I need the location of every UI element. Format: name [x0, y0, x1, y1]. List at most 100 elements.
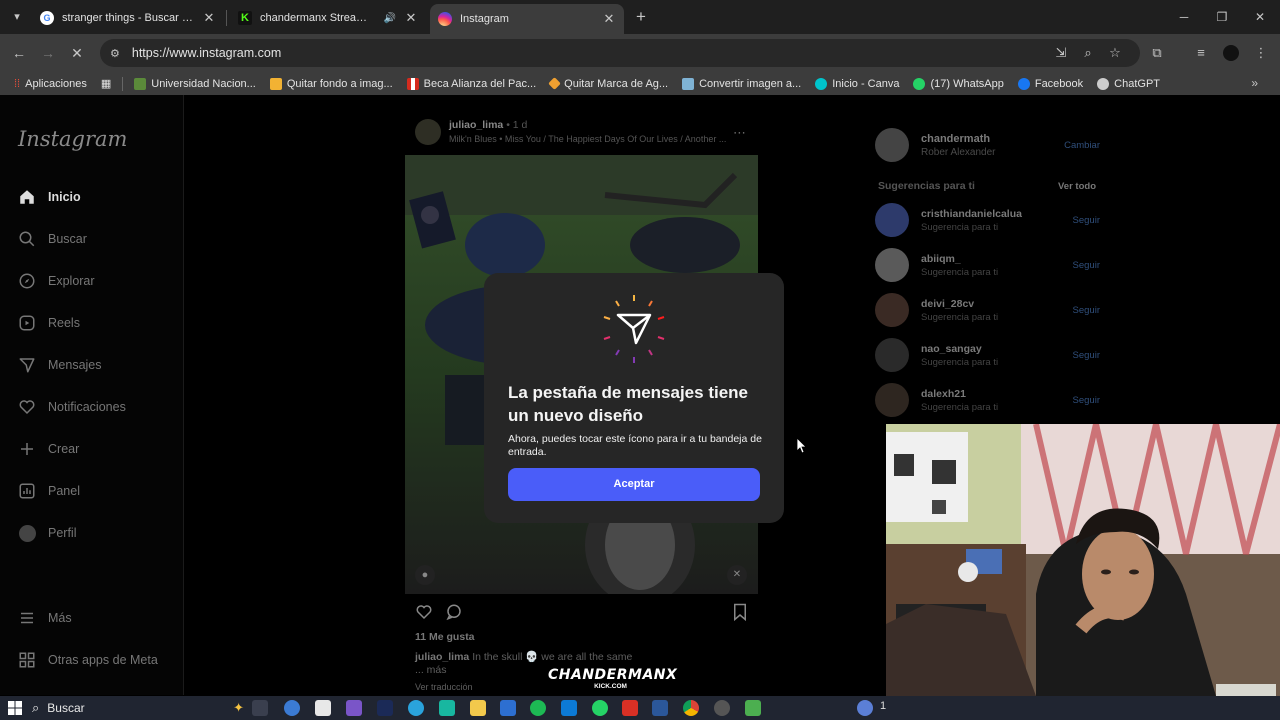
app-icon[interactable]	[745, 700, 761, 716]
speaker-icon[interactable]: 🔊	[384, 13, 396, 24]
bookmark-universidad[interactable]: Universidad Nacion...	[127, 77, 263, 90]
see-all-link[interactable]: Ver todo	[1058, 181, 1096, 192]
new-tab-icon[interactable]: +	[630, 6, 652, 28]
tab-instagram[interactable]: Instagram ✕	[430, 4, 624, 34]
bookmark-quitar-fondo[interactable]: Quitar fondo a imag...	[263, 77, 400, 90]
nav-mensajes[interactable]: Mensajes	[18, 350, 102, 380]
nav-reels[interactable]: Reels	[18, 308, 80, 338]
address-bar[interactable]: ⚙ https://www.instagram.com	[100, 39, 1140, 67]
nav-buscar[interactable]: Buscar	[18, 224, 87, 254]
url-text[interactable]: https://www.instagram.com	[132, 46, 281, 60]
stop-loading-icon[interactable]: ✕	[66, 42, 88, 64]
suggestion-avatar[interactable]	[875, 293, 909, 327]
nav-notificaciones[interactable]: Notificaciones	[18, 392, 126, 422]
photoshop-icon[interactable]	[377, 700, 393, 716]
bookmark-quitar-marca[interactable]: Quitar Marca de Ag...	[543, 77, 675, 90]
suggestion-name[interactable]: dalexh21	[921, 388, 998, 400]
follow-button[interactable]: Seguir	[1073, 305, 1100, 316]
nav-inicio[interactable]: Inicio	[18, 182, 81, 212]
tagged-user-icon[interactable]: ●	[415, 565, 435, 585]
suggestion-avatar[interactable]	[875, 338, 909, 372]
forward-icon[interactable]: →	[37, 42, 59, 64]
bookmark-beca[interactable]: Beca Alianza del Pac...	[400, 77, 544, 90]
bookmark-star-icon[interactable]: ☆	[1104, 42, 1126, 64]
nav-perfil[interactable]: Perfil	[18, 518, 76, 548]
save-bookmark-icon[interactable]	[732, 603, 748, 626]
post-author-avatar[interactable]	[415, 119, 441, 145]
tab-kick-stream[interactable]: K chandermanx Stream - Wat 🔊 ✕	[230, 4, 426, 32]
suggestion-avatar[interactable]	[875, 383, 909, 417]
bookmark-chatgpt[interactable]: ChatGPT	[1090, 77, 1167, 90]
close-tab-icon[interactable]: ✕	[602, 11, 616, 27]
extensions-icon[interactable]: ⧉	[1146, 42, 1168, 64]
app-icon[interactable]	[500, 700, 516, 716]
word-icon[interactable]	[652, 700, 668, 716]
windows-start-icon[interactable]	[8, 701, 22, 720]
nav-mas[interactable]: Más	[18, 603, 72, 633]
close-tab-icon[interactable]: ✕	[202, 10, 216, 26]
chrome-icon[interactable]	[683, 700, 699, 716]
like-heart-icon[interactable]	[415, 603, 433, 626]
bookmark-aplicaciones[interactable]: ⁞⁞ Aplicaciones	[0, 78, 94, 90]
nav-otras-apps[interactable]: Otras apps de Meta	[18, 645, 158, 675]
telegram-icon[interactable]	[408, 700, 424, 716]
bookmark-grid[interactable]: ▦	[94, 77, 118, 90]
app-icon[interactable]	[714, 700, 730, 716]
copilot-icon[interactable]	[284, 700, 300, 716]
tab-search-dropdown-icon[interactable]: ▾	[6, 6, 28, 28]
taskbar-search[interactable]: ⌕ Buscar ✦	[32, 698, 244, 718]
close-tab-icon[interactable]: ✕	[404, 10, 418, 26]
browser-menu-icon[interactable]: ⋮	[1250, 42, 1272, 64]
media-controls-icon[interactable]: ≡	[1190, 42, 1212, 64]
profile-avatar[interactable]	[1220, 42, 1242, 64]
spotify-icon[interactable]	[530, 700, 546, 716]
account-avatar[interactable]	[875, 128, 909, 162]
bookmark-canva[interactable]: Inicio - Canva	[808, 77, 906, 90]
app-icon[interactable]	[346, 700, 362, 716]
nav-crear[interactable]: Crear	[18, 434, 79, 464]
post-audio[interactable]: Milk'n Blues • Miss You / The Happiest D…	[449, 134, 729, 144]
install-app-icon[interactable]: ⇲	[1050, 42, 1072, 64]
tray-app-icon[interactable]	[857, 700, 873, 716]
follow-button[interactable]: Seguir	[1073, 350, 1100, 361]
follow-button[interactable]: Seguir	[1073, 260, 1100, 271]
tab-google-search[interactable]: G stranger things - Buscar con Go ✕	[32, 4, 224, 32]
bookmark-facebook[interactable]: Facebook	[1011, 77, 1090, 90]
follow-button[interactable]: Seguir	[1073, 215, 1100, 226]
suggestion-name[interactable]: deivi_28cv	[921, 298, 998, 310]
caption-more[interactable]: ... más	[415, 664, 447, 676]
back-icon[interactable]: ←	[8, 42, 30, 64]
site-settings-icon[interactable]: ⚙	[110, 47, 120, 60]
maximize-icon[interactable]: ❐	[1208, 6, 1236, 28]
nav-explorar[interactable]: Explorar	[18, 266, 95, 296]
close-window-icon[interactable]: ✕	[1246, 6, 1274, 28]
switch-account-link[interactable]: Cambiar	[1064, 140, 1100, 151]
zoom-icon[interactable]: ⌕	[1077, 42, 1099, 64]
minimize-icon[interactable]: ─	[1170, 6, 1198, 28]
bookmark-whatsapp[interactable]: (17) WhatsApp	[906, 77, 1010, 90]
nav-panel[interactable]: Panel	[18, 476, 80, 506]
whatsapp-icon[interactable]	[592, 700, 608, 716]
app-icon[interactable]	[315, 700, 331, 716]
suggestion-name[interactable]: cristhiandanielcalua	[921, 208, 1022, 220]
suggestion-name[interactable]: nao_sangay	[921, 343, 998, 355]
app-icon[interactable]	[561, 700, 577, 716]
see-translation[interactable]: Ver traducción	[415, 682, 473, 692]
account-username[interactable]: chandermath	[921, 133, 996, 145]
task-view-icon[interactable]	[252, 700, 268, 716]
like-count[interactable]: 11 Me gusta	[415, 631, 475, 643]
suggestion-name[interactable]: abiiqm_	[921, 253, 998, 265]
pdf-icon[interactable]	[622, 700, 638, 716]
suggestion-avatar[interactable]	[875, 248, 909, 282]
caption-username[interactable]: juliao_lima	[415, 651, 469, 663]
bookmark-convertir[interactable]: Convertir imagen a...	[675, 77, 808, 90]
follow-button[interactable]: Seguir	[1073, 395, 1100, 406]
app-icon[interactable]	[439, 700, 455, 716]
post-options-icon[interactable]: ⋯	[733, 125, 746, 141]
mute-icon[interactable]: ✕	[727, 565, 747, 585]
post-username[interactable]: juliao_lima	[449, 119, 503, 131]
suggestion-avatar[interactable]	[875, 203, 909, 237]
file-explorer-icon[interactable]	[470, 700, 486, 716]
comment-icon[interactable]	[445, 603, 463, 626]
instagram-logo[interactable]: Instagram	[18, 127, 127, 151]
